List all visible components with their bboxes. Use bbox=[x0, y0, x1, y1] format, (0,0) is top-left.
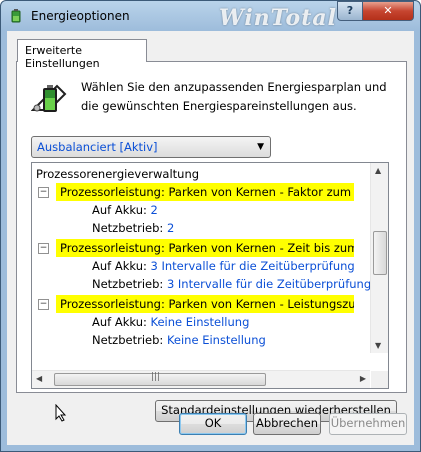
close-button[interactable]: ✕ bbox=[362, 1, 414, 21]
tree-setting-row[interactable]: Netzbetrieb: 3 Intervalle für die Zeitüb… bbox=[92, 275, 371, 293]
group-title-highlighted: Prozessorleistung: Parken von Kernen - Z… bbox=[56, 239, 354, 257]
group-title-highlighted: Prozessorleistung: Parken von Kernen - F… bbox=[56, 183, 354, 201]
setting-value-link[interactable]: Keine Einstellung bbox=[167, 333, 266, 347]
battery-icon bbox=[31, 84, 67, 112]
vertical-scroll-thumb[interactable] bbox=[373, 231, 387, 275]
scroll-up-arrow-icon[interactable]: ▲ bbox=[375, 166, 381, 175]
ok-button[interactable]: OK bbox=[179, 413, 247, 435]
tree-setting-row[interactable]: Auf Akku: Keine Einstellung bbox=[92, 313, 249, 331]
tree-setting-row[interactable]: Auf Akku: 2 bbox=[92, 201, 158, 219]
setting-label: Netzbetrieb: bbox=[92, 333, 164, 347]
tab-advanced-settings[interactable]: Erweiterte Einstellungen bbox=[17, 39, 147, 70]
tab-panel: Wählen Sie den anzupassenden Energiespar… bbox=[16, 61, 407, 422]
scrollbar-corner bbox=[371, 371, 388, 388]
power-options-icon bbox=[11, 9, 21, 23]
setting-value-link[interactable]: 3 Intervalle für die Zeitüberprüfung bbox=[151, 259, 355, 273]
intro-text: Wählen Sie den anzupassenden Energiespar… bbox=[81, 80, 387, 113]
close-icon: ✕ bbox=[383, 4, 393, 17]
scroll-left-arrow-icon[interactable]: ◀ bbox=[36, 374, 42, 383]
power-plan-value: Ausbalanciert [Aktiv] bbox=[37, 140, 158, 154]
tree-group[interactable]: − Prozessorleistung: Parken von Kernen -… bbox=[38, 239, 378, 257]
setting-value-link[interactable]: 2 bbox=[167, 221, 174, 235]
title-bar[interactable]: Energieoptionen WinTotal ? ✕ bbox=[1, 1, 420, 31]
cancel-button[interactable]: Abbrechen bbox=[253, 413, 321, 435]
tree-group[interactable]: − Prozessorleistung: Parken von Kernen -… bbox=[38, 295, 378, 313]
help-button[interactable]: ? bbox=[337, 1, 363, 21]
setting-label: Netzbetrieb: bbox=[92, 277, 164, 291]
tree-setting-row[interactable]: Netzbetrieb: 2 bbox=[92, 219, 174, 237]
horizontal-scroll-thumb[interactable]: ||| bbox=[54, 372, 266, 386]
setting-value-link[interactable]: Keine Einstellung bbox=[151, 315, 250, 329]
settings-tree[interactable]: Prozessorenergieverwaltung − Prozessorle… bbox=[31, 162, 389, 389]
wintotal-watermark: WinTotal bbox=[219, 5, 337, 31]
setting-label: Auf Akku: bbox=[92, 315, 147, 329]
help-icon: ? bbox=[346, 4, 354, 17]
window-title: Energieoptionen bbox=[31, 9, 130, 23]
energy-options-window: Energieoptionen WinTotal ? ✕ Erweiterte … bbox=[0, 0, 421, 452]
setting-label: Netzbetrieb: bbox=[92, 221, 164, 235]
tree-setting-row[interactable]: Netzbetrieb: Keine Einstellung bbox=[92, 331, 266, 349]
vertical-scrollbar[interactable]: ▲ ▼ bbox=[370, 163, 388, 353]
setting-value-link[interactable]: 3 Intervalle für die Zeitüberprüfung bbox=[167, 277, 371, 291]
chevron-down-icon: ▼ bbox=[257, 142, 264, 152]
apply-button[interactable]: Übernehmen bbox=[329, 413, 407, 435]
setting-value-link[interactable]: 2 bbox=[151, 203, 158, 217]
tree-root-label: Prozessorenergieverwaltung bbox=[36, 167, 200, 181]
collapse-icon[interactable]: − bbox=[38, 187, 49, 198]
group-title-highlighted: Prozessorleistung: Parken von Kernen - L… bbox=[56, 295, 354, 313]
setting-label: Auf Akku: bbox=[92, 259, 147, 273]
scroll-down-arrow-icon[interactable]: ▼ bbox=[375, 341, 381, 350]
collapse-icon[interactable]: − bbox=[38, 299, 49, 310]
power-plan-dropdown[interactable]: Ausbalanciert [Aktiv] ▼ bbox=[31, 136, 271, 158]
tab-label: Erweiterte Einstellungen bbox=[25, 44, 100, 70]
tree-setting-row[interactable]: Auf Akku: 3 Intervalle für die Zeitüberp… bbox=[92, 257, 355, 275]
setting-label: Auf Akku: bbox=[92, 203, 147, 217]
mouse-cursor-icon bbox=[55, 404, 67, 422]
horizontal-scrollbar[interactable]: ◀ ||| ▶ bbox=[32, 370, 370, 388]
tree-group[interactable]: − Prozessorleistung: Parken von Kernen -… bbox=[38, 183, 378, 201]
dialog-client-area: Erweiterte Einstellungen Wählen Sie den … bbox=[7, 31, 414, 445]
scroll-right-arrow-icon[interactable]: ▶ bbox=[360, 374, 366, 383]
collapse-icon[interactable]: − bbox=[38, 243, 49, 254]
